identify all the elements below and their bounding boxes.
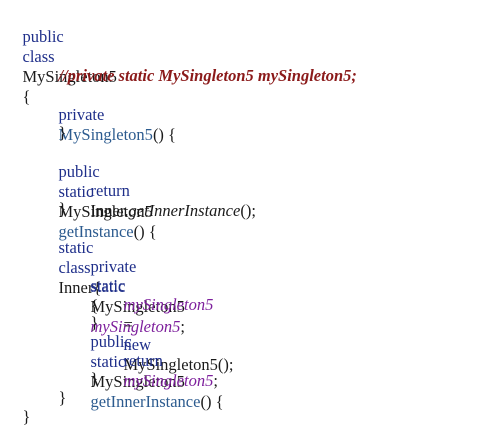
semicolon: ; xyxy=(213,371,218,390)
comment-text: //private static MySingleton5 mySingleto… xyxy=(58,66,357,85)
close-brace: } xyxy=(58,388,67,407)
code-line-close-brace: } xyxy=(42,103,67,142)
method-params: () { xyxy=(200,392,224,411)
call-parens: (); xyxy=(240,201,256,220)
code-line-class-declaration: public class MySingleton5 { xyxy=(6,7,117,106)
code-line-inner-class: static class Inner{ xyxy=(42,218,102,297)
keyword-return: return xyxy=(90,181,130,200)
code-line-get-inner-instance: public static MySingleton5 getInnerInsta… xyxy=(74,312,224,411)
keyword-public: public xyxy=(22,27,64,46)
code-line-close-brace: } xyxy=(74,349,99,388)
close-brace: } xyxy=(58,199,67,218)
code-line-return-inner: return Inner.getInnerInstance(); xyxy=(74,161,256,220)
code-line-close-brace: } xyxy=(42,179,67,218)
static-method-call: getInnerInstance xyxy=(128,201,241,220)
code-line-field-assignment: mySingleton5 = new MySingleton5(); xyxy=(107,275,234,374)
code-line-constructor: private MySingleton5() { xyxy=(42,85,176,144)
open-brace: { xyxy=(22,87,31,106)
close-brace: } xyxy=(22,407,31,426)
code-line-close-brace: } xyxy=(6,387,31,426)
field-name: mySingleton5 xyxy=(123,371,214,390)
keyword-return: return xyxy=(123,351,163,370)
code-line-close-brace: } xyxy=(74,293,99,332)
code-line-static-block: static { xyxy=(74,256,126,315)
code-line-return-field: return mySingleton5; xyxy=(107,331,218,390)
code-line-get-instance: public static MySingleton5 getInstance()… xyxy=(42,142,157,241)
code-line-close-brace: } xyxy=(42,368,67,407)
code-editor[interactable]: public class MySingleton5 { //private st… xyxy=(0,0,478,426)
code-line-field-declaration: private static MySingleton5 mySingleton5… xyxy=(74,237,185,336)
close-brace: } xyxy=(90,369,99,388)
close-brace: } xyxy=(58,123,67,142)
code-line-comment: //private static MySingleton5 mySingleto… xyxy=(42,46,357,85)
